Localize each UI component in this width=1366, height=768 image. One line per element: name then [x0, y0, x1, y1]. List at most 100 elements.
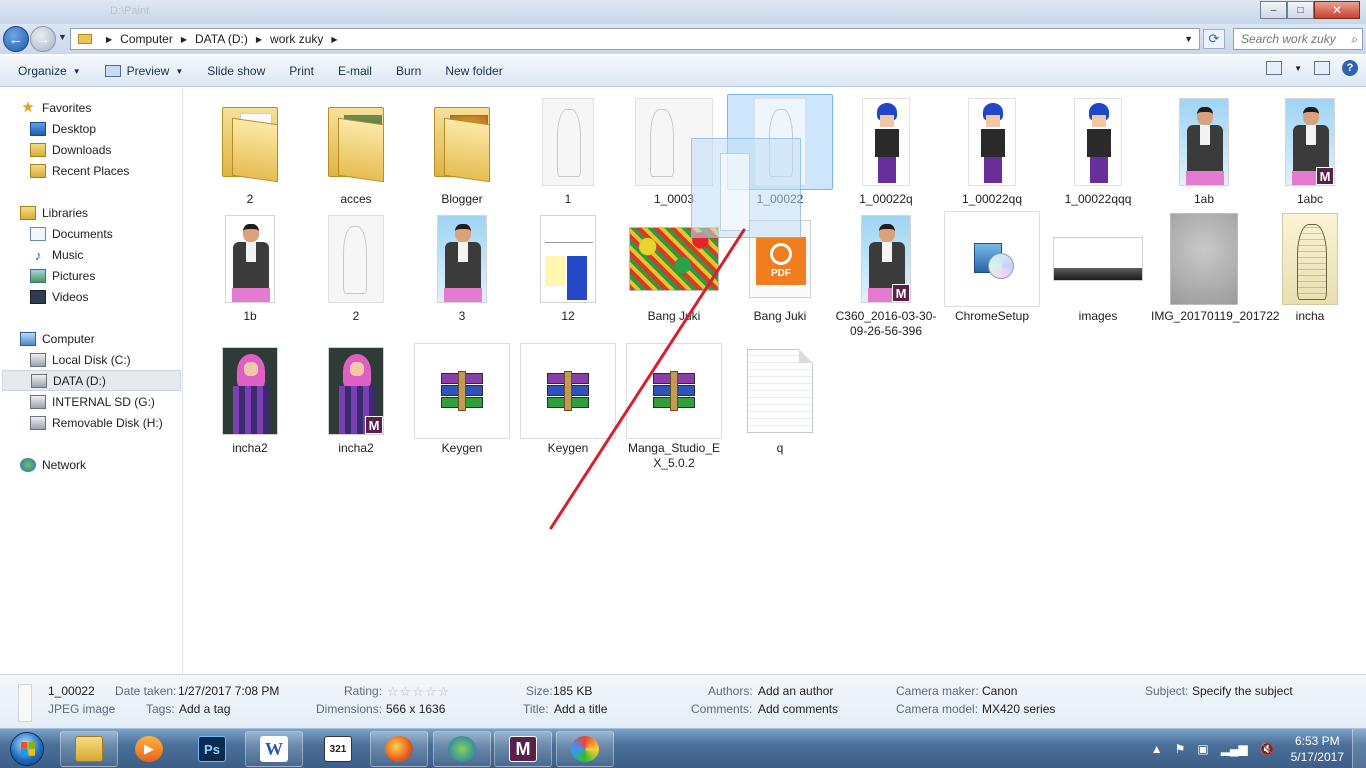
address-bar[interactable]: ▶ Computer ▶ DATA (D:) ▶ work zuky ▶ ▼	[70, 28, 1200, 50]
chevron-down-icon[interactable]: ▼	[1294, 64, 1302, 73]
file-name: Bang Juki	[753, 309, 807, 323]
details-pane	[0, 674, 1366, 728]
chevron-down-icon: ▼	[175, 66, 184, 76]
file-name: incha2	[338, 441, 374, 455]
documents-icon	[30, 226, 46, 241]
minimize-button[interactable]: –	[1260, 1, 1287, 19]
nav-internal-sd-g[interactable]: INTERNAL SD (G:)	[30, 391, 180, 412]
volume-muted-icon[interactable]: 🔇	[1260, 742, 1275, 756]
navigation-pane: ★ Favorites Desktop Downloads Recent Plac…	[0, 88, 183, 674]
chevron-right-icon[interactable]: ▶	[256, 35, 262, 44]
view-controls: ▼ ?	[1266, 60, 1358, 76]
maximize-button[interactable]: □	[1287, 1, 1314, 19]
clock[interactable]: 6:53 PM 5/17/2017	[1291, 733, 1344, 765]
taskbar-explorer[interactable]	[60, 731, 118, 767]
nav-label: Favorites	[42, 100, 92, 115]
taskbar-manga-studio[interactable]: M	[494, 731, 552, 767]
nav-favorites[interactable]: ★ Favorites	[20, 97, 180, 118]
signal-icon[interactable]: ▂▄▆	[1221, 742, 1248, 756]
taskbar-paint[interactable]	[556, 731, 614, 767]
breadcrumb-data-d[interactable]: DATA (D:)	[195, 32, 248, 46]
nav-label: INTERNAL SD (G:)	[52, 394, 155, 409]
action-center-flag-icon[interactable]: ⚑	[1175, 742, 1186, 756]
show-desktop-button[interactable]	[1352, 729, 1366, 768]
date-taken-value[interactable]: 1/27/2017 7:08 PM	[178, 684, 279, 698]
preview-pane-icon[interactable]	[1314, 61, 1330, 75]
close-button[interactable]: ✕	[1314, 1, 1360, 19]
forward-button[interactable]: →	[30, 26, 56, 52]
chevron-right-icon[interactable]: ▶	[181, 35, 187, 44]
nav-computer[interactable]: Computer	[20, 328, 180, 349]
taskbar-codec[interactable]: 321	[309, 731, 367, 767]
taskbar-photoshop[interactable]: Ps	[183, 731, 241, 767]
organize-button[interactable]: Organize ▼	[0, 59, 93, 83]
title-bar: D:\Paint – □ ✕	[0, 0, 1366, 24]
file-name: incha2	[232, 441, 268, 455]
history-dropdown-icon[interactable]: ▼	[58, 32, 67, 42]
nav-local-disk-c[interactable]: Local Disk (C:)	[30, 349, 180, 370]
tags-value[interactable]: Add a tag	[179, 702, 230, 716]
window-controls: – □ ✕	[1260, 1, 1360, 19]
file-name: 1abc	[1296, 192, 1324, 206]
nav-pictures[interactable]: Pictures	[30, 265, 180, 286]
taskbar-firefox[interactable]	[370, 731, 428, 767]
rating-stars[interactable]: ☆☆☆☆☆	[387, 684, 450, 700]
subject-value[interactable]: Specify the subject	[1192, 684, 1293, 698]
change-view-icon[interactable]	[1266, 61, 1283, 75]
address-dropdown-icon[interactable]: ▼	[1184, 34, 1193, 44]
tags-label: Tags:	[146, 702, 175, 716]
details-thumbnail	[18, 684, 32, 722]
authors-value[interactable]: Add an author	[758, 684, 833, 698]
file-name: 1	[564, 192, 572, 206]
explorer-icon	[75, 736, 103, 762]
comments-value[interactable]: Add comments	[758, 702, 838, 716]
taskbar-word[interactable]: W	[245, 731, 303, 767]
sketch-thumbnail	[515, 94, 621, 190]
taskbar-media-player[interactable]: ▶	[120, 731, 178, 767]
start-button[interactable]	[4, 729, 50, 768]
refresh-button[interactable]: ⟳	[1203, 29, 1225, 49]
back-button[interactable]: ←	[3, 26, 29, 52]
new-folder-button[interactable]: New folder	[433, 59, 514, 83]
file-name: Bang Juki	[647, 309, 701, 323]
show-hidden-icons-icon[interactable]: ▲	[1151, 742, 1163, 756]
nav-desktop[interactable]: Desktop	[30, 118, 180, 139]
search-icon[interactable]: ⌕	[1351, 32, 1358, 47]
chevron-down-icon: ▼	[72, 66, 81, 76]
print-button[interactable]: Print	[277, 59, 326, 83]
size-label: Size:	[526, 684, 553, 698]
preview-button[interactable]: Preview ▼	[93, 59, 196, 83]
breadcrumb-work-zuky[interactable]: work zuky	[270, 32, 323, 46]
file-name: 1_00022q	[859, 192, 913, 206]
nav-music[interactable]: ♪ Music	[30, 244, 180, 265]
chevron-right-icon[interactable]: ▶	[106, 35, 112, 44]
comments-label: Comments:	[691, 702, 753, 716]
device-icon[interactable]: ▣	[1197, 742, 1208, 756]
chevron-right-icon[interactable]: ▶	[331, 35, 337, 44]
file-name: 1b	[243, 309, 257, 323]
nav-downloads[interactable]: Downloads	[30, 139, 180, 160]
email-button[interactable]: E-mail	[326, 59, 384, 83]
burn-button[interactable]: Burn	[384, 59, 433, 83]
nav-recent-places[interactable]: Recent Places	[30, 160, 180, 181]
taskbar-idm[interactable]	[433, 731, 491, 767]
title-value[interactable]: Add a title	[554, 702, 607, 716]
portrait-thumbnail	[409, 211, 515, 307]
help-icon[interactable]: ?	[1342, 60, 1358, 76]
removable-disk-icon	[30, 394, 46, 409]
slideshow-button[interactable]: Slide show	[195, 59, 277, 83]
folder-icon	[197, 94, 303, 190]
clock-time: 6:53 PM	[1294, 734, 1340, 748]
camera-model-value[interactable]: MX420 series	[982, 702, 1055, 716]
search-input[interactable]	[1241, 32, 1341, 46]
camera-maker-value[interactable]: Canon	[982, 684, 1017, 698]
nav-documents[interactable]: Documents	[30, 223, 180, 244]
nav-removable-disk-h[interactable]: Removable Disk (H:)	[30, 412, 180, 433]
subject-label: Subject:	[1145, 684, 1189, 698]
nav-network[interactable]: Network	[20, 454, 180, 475]
file-name: 1ab	[1193, 192, 1215, 206]
nav-data-d[interactable]: DATA (D:)	[2, 370, 181, 391]
nav-libraries[interactable]: Libraries	[20, 202, 180, 223]
nav-videos[interactable]: Videos	[30, 286, 180, 307]
breadcrumb-computer[interactable]: Computer	[120, 32, 173, 46]
